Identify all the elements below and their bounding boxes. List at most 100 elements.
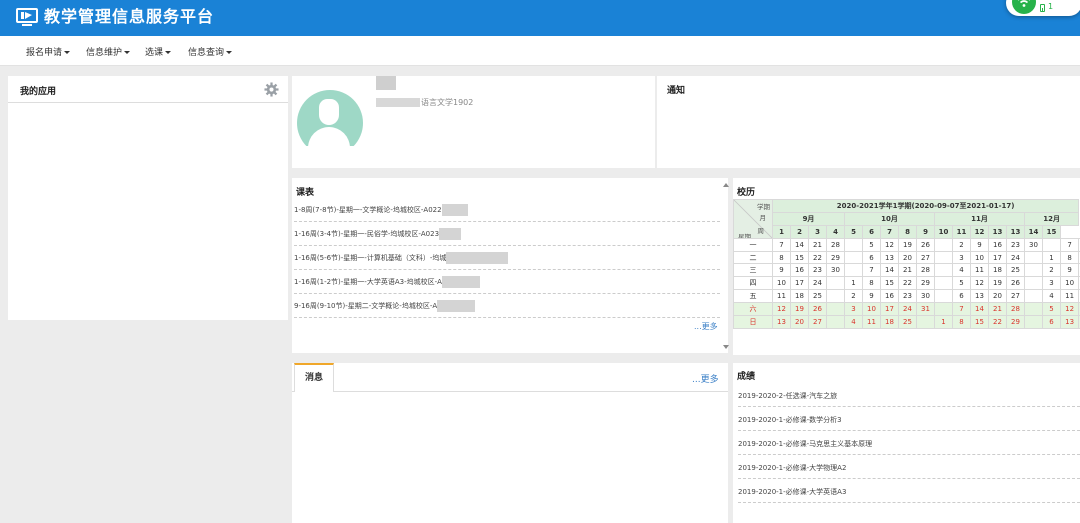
calendar-date-cell: 29 (826, 250, 845, 265)
calendar-date-cell: 10 (970, 250, 989, 265)
calendar-date-cell: 1 (1042, 250, 1061, 265)
calendar-date-cell (1042, 237, 1061, 252)
calendar-date-cell: 23 (898, 289, 917, 304)
caret-down-icon (165, 51, 172, 54)
menu-info-query[interactable]: 信息查询 (188, 45, 233, 58)
avatar (296, 90, 364, 146)
calendar-date-cell: 27 (808, 315, 827, 329)
calendar-date-cell: 4 (952, 263, 971, 278)
calendar-table: 学期 月 周 星期 2020-2021学年1学期(2020-09-07至2021… (733, 199, 1080, 329)
calendar-date-cell: 11 (1059, 289, 1080, 304)
grades-title: 成绩 (737, 372, 756, 382)
calendar-date-cell: 30 (1024, 237, 1043, 252)
calendar-date-cell: 12 (772, 302, 791, 317)
tab-messages[interactable]: 消息 (294, 363, 334, 392)
calendar-date-cell: 30 (916, 289, 935, 304)
calendar-corner-cell: 学期 月 周 星期 (733, 199, 773, 239)
calendar-date-cell: 27 (916, 250, 935, 265)
calendar-week-number: 12 (970, 224, 989, 239)
calendar-date-cell: 8 (772, 250, 791, 265)
calendar-date-cell: 24 (1006, 250, 1025, 265)
apps-divider (8, 102, 288, 103)
battery-icon (1040, 4, 1045, 12)
calendar-day-row: 五11182529162330613202741118 (733, 289, 1080, 304)
calendar-date-cell: 13 (880, 250, 899, 265)
calendar-date-cell: 19 (988, 276, 1007, 291)
course-row[interactable]: 1-16周(1-2节)-星期一-大学英语A3-坞城校区-A (294, 270, 720, 294)
caret-down-icon (124, 51, 131, 54)
calendar-week-number: 6 (862, 224, 881, 239)
course-row[interactable]: 9-16周(9-10节)-星期二-文学概论-坞城校区-A (294, 294, 720, 318)
calendar-date-cell: 15 (790, 250, 809, 265)
calendar-date-cell: 26 (1006, 276, 1025, 291)
calendar-week-number: 13 (988, 224, 1007, 239)
calendar-week-number: 7 (880, 224, 899, 239)
calendar-date-cell: 7 (862, 263, 881, 278)
calendar-date-cell: 30 (826, 263, 845, 278)
calendar-date-cell: 12 (1059, 302, 1080, 317)
calendar-date-cell: 2 (1042, 263, 1061, 278)
messages-more-link[interactable]: ...更多 (692, 372, 719, 385)
calendar-week-number: 4 (826, 224, 845, 239)
calendar-date-cell: 25 (1006, 263, 1025, 278)
calendar-date-cell: 11 (772, 289, 791, 304)
calendar-date-cell: 12 (970, 276, 989, 291)
calendar-week-number: 1 (772, 224, 791, 239)
calendar-date-cell: 14 (880, 263, 899, 278)
calendar-date-cell (934, 289, 953, 304)
wifi-count: 1 (1048, 2, 1054, 11)
calendar-date-cell: 20 (988, 289, 1007, 304)
grade-row[interactable]: 2019-2020-1-必修课-数学分析3 (738, 407, 1080, 431)
calendar-date-cell: 16 (790, 263, 809, 278)
menu-info-maintenance[interactable]: 信息维护 (86, 45, 131, 58)
calendar-week-number: 11 (952, 224, 971, 239)
scroll-down-arrow-icon[interactable] (723, 345, 729, 349)
course-row[interactable]: 1-16周(5-6节)-星期一-计算机基础（文科）-坞城 (294, 246, 720, 270)
menu-registration[interactable]: 报名申请 (26, 45, 71, 58)
calendar-date-cell (916, 315, 935, 329)
schedule-more-link[interactable]: ...更多 (694, 321, 718, 332)
calendar-date-cell: 13 (1059, 315, 1080, 329)
menu-course-selection[interactable]: 选课 (145, 45, 172, 58)
calendar-day-row: 日13202741118251815222961320 (733, 315, 1080, 329)
wifi-status-widget[interactable]: 1 (1006, 0, 1080, 16)
calendar-date-cell: 8 (952, 315, 971, 329)
calendar-date-cell (1024, 276, 1043, 291)
calendar-date-cell: 10 (772, 276, 791, 291)
calendar-date-cell: 17 (790, 276, 809, 291)
calendar-date-cell (826, 276, 845, 291)
calendar-date-cell: 6 (1042, 315, 1061, 329)
calendar-date-cell: 13 (772, 315, 791, 329)
calendar-title: 校历 (737, 188, 756, 198)
calendar-date-cell: 1 (844, 276, 863, 291)
messages-tab-line (292, 391, 728, 392)
calendar-date-cell: 6 (952, 289, 971, 304)
calendar-date-cell: 22 (898, 276, 917, 291)
grade-row[interactable]: 2019-2020-1-必修课-马克思主义基本原理 (738, 431, 1080, 455)
notice-title: 通知 (667, 86, 686, 96)
calendar-week-number: 14 (1024, 224, 1043, 239)
grade-row[interactable]: 2019-2020-1-必修课-大学英语A3 (738, 479, 1080, 503)
calendar-date-cell: 15 (970, 315, 989, 329)
grade-row[interactable]: 2019-2020-1-必修课-大学物理A2 (738, 455, 1080, 479)
gear-icon[interactable] (264, 82, 279, 97)
calendar-date-cell (844, 263, 863, 278)
calendar-table-wrap: 学期 月 周 星期 2020-2021学年1学期(2020-09-07至2021… (733, 199, 1080, 365)
grade-row[interactable]: 2019-2020-2-任选课-汽车之旅 (738, 383, 1080, 407)
calendar-date-cell (1024, 250, 1043, 265)
calendar-date-cell: 11 (970, 263, 989, 278)
calendar-date-cell: 10 (1059, 276, 1080, 291)
calendar-date-cell (826, 302, 845, 317)
scroll-up-arrow-icon[interactable] (723, 183, 729, 187)
course-row[interactable]: 1-8周(7-8节)-星期一-文学概论-坞城校区-A022 (294, 198, 720, 222)
course-row[interactable]: 1-16周(3-4节)-星期一-民俗学-坞城校区-A023 (294, 222, 720, 246)
calendar-date-cell (826, 289, 845, 304)
calendar-date-cell: 16 (880, 289, 899, 304)
calendar-date-cell: 29 (916, 276, 935, 291)
calendar-date-cell: 24 (808, 276, 827, 291)
caret-down-icon (64, 51, 71, 54)
calendar-weekday-label: 日 (733, 315, 773, 329)
calendar-date-cell: 18 (880, 315, 899, 329)
calendar-date-cell: 27 (1006, 289, 1025, 304)
calendar-date-cell: 5 (862, 237, 881, 252)
